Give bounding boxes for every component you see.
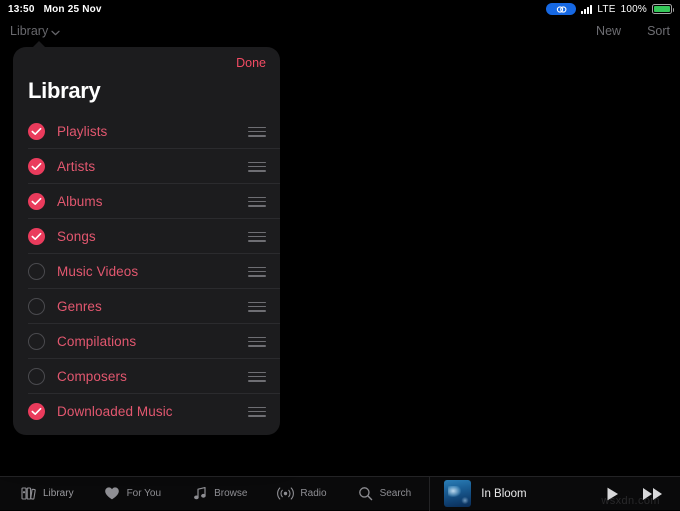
library-option-row[interactable]: Songs <box>13 219 280 254</box>
library-option-label: Albums <box>57 194 103 209</box>
drag-handle-icon[interactable] <box>248 266 266 278</box>
library-option-row[interactable]: Compilations <box>13 324 280 359</box>
drag-handle-icon[interactable] <box>248 126 266 138</box>
fast-forward-icon[interactable] <box>642 486 664 502</box>
library-option-label: Genres <box>57 299 102 314</box>
library-option-label: Downloaded Music <box>57 404 173 419</box>
library-option-row[interactable]: Composers <box>13 359 280 394</box>
drag-handle-icon[interactable] <box>248 161 266 173</box>
library-option-row[interactable]: Genres <box>13 289 280 324</box>
done-button[interactable]: Done <box>236 56 266 70</box>
screen: 13:50 Mon 25 Nov LTE 100% Library New So… <box>0 0 680 511</box>
library-option-row[interactable]: Playlists <box>13 114 280 149</box>
search-icon <box>357 485 374 502</box>
tab-library[interactable]: Library <box>20 485 74 502</box>
library-option-row[interactable]: Music Videos <box>13 254 280 289</box>
library-option-label: Compilations <box>57 334 137 349</box>
tab-radio-label: Radio <box>300 488 327 499</box>
heart-icon <box>104 485 121 502</box>
tab-for-you[interactable]: For You <box>104 485 161 502</box>
battery-percent-label: 100% <box>620 3 647 15</box>
drag-handle-icon[interactable] <box>248 231 266 243</box>
tab-radio[interactable]: Radio <box>277 485 327 502</box>
tab-search[interactable]: Search <box>357 485 412 502</box>
tab-library-label: Library <box>43 488 74 499</box>
status-bar-left: 13:50 Mon 25 Nov <box>8 4 102 15</box>
checkbox-unchecked-icon[interactable] <box>28 368 45 385</box>
drag-handle-icon[interactable] <box>248 196 266 208</box>
checkbox-checked-icon[interactable] <box>28 158 45 175</box>
nav-actions: New Sort <box>596 24 670 38</box>
library-option-label: Music Videos <box>57 264 139 279</box>
tab-bar: Library For You Browse Radio Search <box>0 477 411 510</box>
music-note-icon <box>191 485 208 502</box>
bottom-bar: Library For You Browse Radio Search In B… <box>0 476 680 511</box>
status-date: Mon 25 Nov <box>43 3 102 15</box>
library-option-row[interactable]: Albums <box>13 184 280 219</box>
library-edit-popover: Done Library Playlists Artists Albums Songs… <box>13 47 280 435</box>
status-bar-right: LTE 100% <box>546 3 674 15</box>
drag-handle-icon[interactable] <box>248 301 266 313</box>
nav-bar: Library New Sort <box>0 18 680 44</box>
drag-handle-icon[interactable] <box>248 336 266 348</box>
status-bar: 13:50 Mon 25 Nov LTE 100% <box>0 0 680 18</box>
checkbox-unchecked-icon[interactable] <box>28 298 45 315</box>
radio-broadcast-icon <box>277 485 295 502</box>
library-dropdown-button[interactable]: Library <box>10 23 60 39</box>
play-icon[interactable] <box>605 486 620 502</box>
checkbox-checked-icon[interactable] <box>28 228 45 245</box>
tab-browse-label: Browse <box>214 488 248 499</box>
tab-search-label: Search <box>379 488 412 499</box>
library-options-list: Playlists Artists Albums Songs Music Videos G… <box>13 114 280 429</box>
library-option-label: Artists <box>57 159 96 174</box>
new-button[interactable]: New <box>596 24 621 38</box>
popover-arrow <box>32 41 46 48</box>
checkbox-unchecked-icon[interactable] <box>28 263 45 280</box>
album-artwork <box>444 480 472 507</box>
battery-full-icon <box>652 4 674 14</box>
checkbox-checked-icon[interactable] <box>28 123 45 140</box>
checkbox-checked-icon[interactable] <box>28 193 45 210</box>
screen-mirroring-icon[interactable] <box>546 3 577 15</box>
chevron-down-icon <box>51 25 60 39</box>
checkbox-checked-icon[interactable] <box>28 403 45 420</box>
library-option-row[interactable]: Artists <box>13 149 280 184</box>
checkbox-unchecked-icon[interactable] <box>28 333 45 350</box>
library-option-row[interactable]: Downloaded Music <box>13 394 280 429</box>
popover-topbar: Done <box>13 47 280 70</box>
library-icon <box>20 485 37 502</box>
sort-button[interactable]: Sort <box>647 24 670 38</box>
popover-title: Library <box>28 78 101 103</box>
carrier-label: LTE <box>597 3 616 15</box>
library-dropdown-label: Library <box>10 24 49 38</box>
cellular-signal-icon <box>581 4 593 14</box>
tab-browse[interactable]: Browse <box>191 485 247 502</box>
drag-handle-icon[interactable] <box>248 406 266 418</box>
tab-for-you-label: For You <box>126 488 162 499</box>
drag-handle-icon[interactable] <box>248 371 266 383</box>
library-option-label: Playlists <box>57 124 108 139</box>
player-controls <box>605 486 680 502</box>
library-option-label: Songs <box>57 229 96 244</box>
library-option-label: Composers <box>57 369 127 384</box>
now-playing-bar[interactable]: In Bloom <box>430 477 527 510</box>
status-time: 13:50 <box>8 3 35 15</box>
now-playing-title: In Bloom <box>481 487 527 500</box>
